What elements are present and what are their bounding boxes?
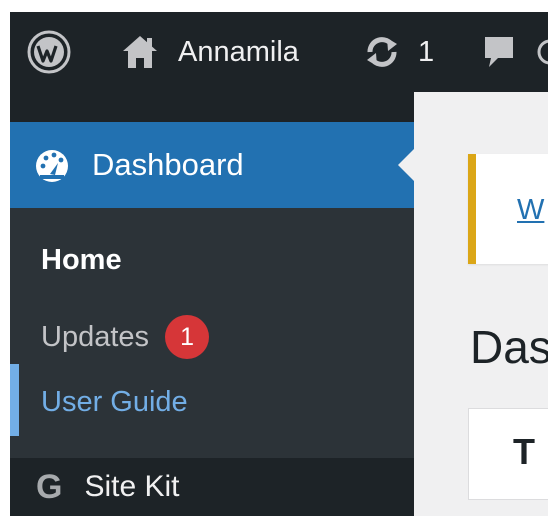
wordpress-logo-button[interactable] [26, 12, 72, 92]
updates-icon [367, 37, 397, 67]
menu-label-site-kit: Site Kit [84, 470, 180, 503]
admin-notice: W [468, 154, 548, 264]
updates-count: 1 [418, 35, 435, 68]
submenu-item-user-guide[interactable]: User Guide [41, 386, 188, 419]
dashboard-widget: T [468, 408, 548, 500]
updates-link[interactable]: 1 [362, 12, 434, 92]
main-content: W Das T [414, 92, 548, 516]
current-menu-arrow [398, 148, 415, 182]
menu-item-site-kit[interactable]: G Site Kit [10, 458, 414, 516]
home-icon [123, 36, 157, 68]
site-name: Annamila [178, 35, 299, 68]
comments-link[interactable] [482, 12, 516, 92]
screen: Annamila 1 Dashboard Home Updates 1 User… [0, 0, 548, 516]
submenu-item-updates[interactable]: Updates 1 [41, 315, 210, 359]
dashboard-gauge-icon [36, 150, 68, 182]
widget-title: T [513, 431, 535, 472]
notice-link[interactable]: W [517, 194, 544, 227]
admin-bar: Annamila 1 [10, 12, 548, 92]
new-content-link[interactable] [536, 12, 548, 92]
submenu-item-home[interactable]: Home [41, 244, 122, 277]
comments-icon [485, 37, 513, 67]
page-title: Das [470, 321, 548, 373]
admin-menu: Dashboard Home Updates 1 User Guide G Si… [10, 92, 415, 516]
submenu-label-updates: Updates [41, 320, 150, 353]
google-g-icon: G [36, 467, 63, 506]
current-item-indicator [10, 364, 19, 436]
plus-icon [537, 39, 548, 65]
update-count-badge: 1 [165, 315, 210, 359]
wordpress-logo-icon [27, 30, 71, 74]
dashboard-submenu: Home Updates 1 User Guide [10, 208, 414, 458]
menu-label-dashboard: Dashboard [92, 147, 244, 182]
menu-item-dashboard[interactable]: Dashboard [10, 122, 415, 208]
site-name-link[interactable]: Annamila [120, 12, 299, 92]
